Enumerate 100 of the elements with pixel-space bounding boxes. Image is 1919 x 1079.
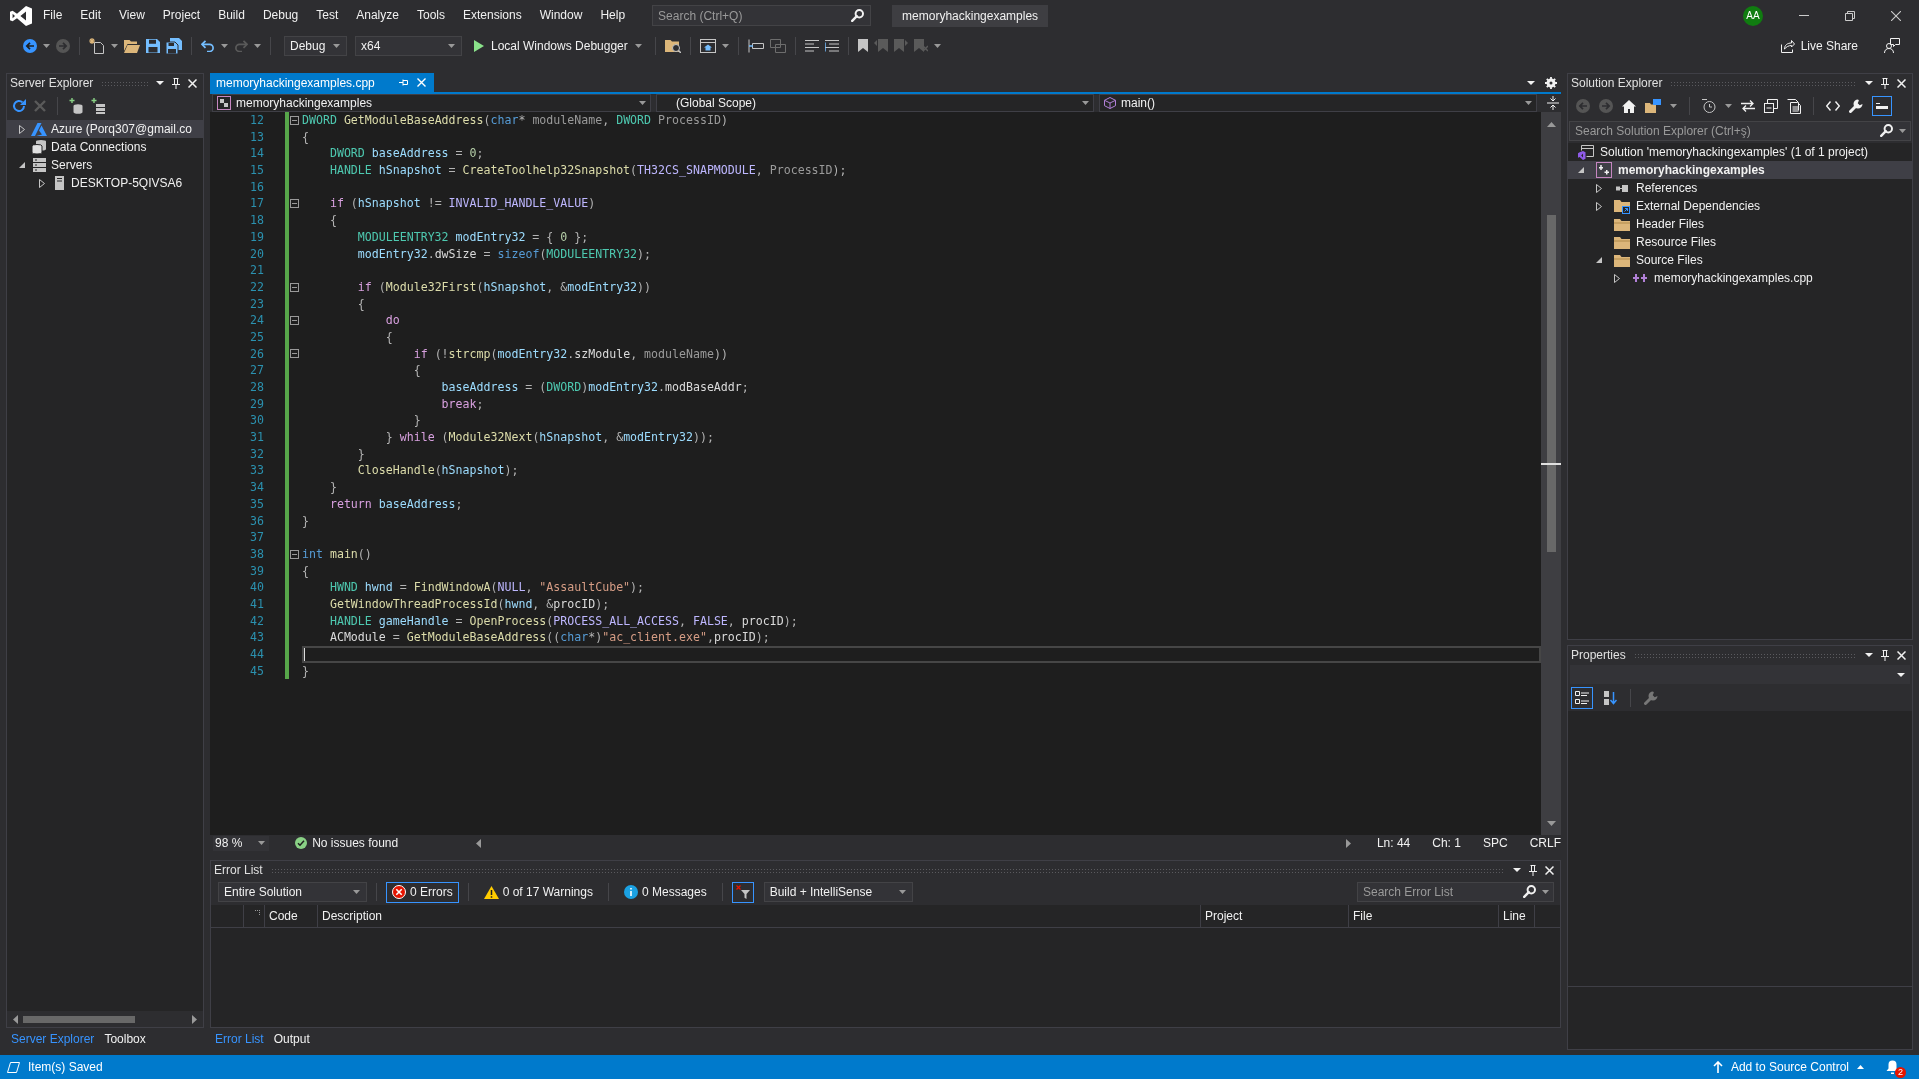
collapse-icon[interactable] xyxy=(290,199,299,209)
scroll-up-icon[interactable] xyxy=(1546,122,1556,127)
feedback-icon[interactable] xyxy=(1884,38,1900,53)
tree-item[interactable]: External Dependencies xyxy=(1568,197,1912,215)
dropdown-caret-icon[interactable] xyxy=(1865,81,1873,85)
tree-item[interactable]: Source Files xyxy=(1568,251,1912,269)
member-dropdown[interactable]: main() xyxy=(1099,94,1537,112)
code-icon[interactable] xyxy=(1826,101,1840,111)
restore-icon[interactable] xyxy=(1845,10,1855,21)
caret-icon[interactable] xyxy=(1725,104,1732,108)
search-field[interactable]: Search Error List xyxy=(1357,882,1554,902)
scroll-thumb[interactable] xyxy=(23,1015,135,1023)
split-icon[interactable] xyxy=(1547,96,1559,110)
collapse-icon[interactable] xyxy=(290,316,299,326)
dropdown-caret-icon[interactable] xyxy=(1527,80,1535,85)
search-icon[interactable] xyxy=(1880,124,1893,137)
column-menu-icon[interactable] xyxy=(255,910,260,915)
start-debugging-button[interactable]: Local Windows Debugger xyxy=(468,34,646,57)
menu-item[interactable]: Edit xyxy=(71,0,111,31)
caret-icon[interactable] xyxy=(1542,890,1549,894)
whitespace-indicator[interactable]: SPC xyxy=(1482,836,1508,850)
source-control-button[interactable]: Add to Source Control xyxy=(1712,1060,1864,1074)
column-header[interactable]: Line xyxy=(1499,905,1535,927)
column-header[interactable]: Project xyxy=(1201,905,1349,927)
menu-item[interactable]: View xyxy=(110,0,154,31)
sync-arrows-icon[interactable] xyxy=(1741,100,1755,112)
expand-arrow-icon[interactable] xyxy=(19,124,25,134)
caret-icon[interactable] xyxy=(221,43,228,48)
new-item-icon[interactable] xyxy=(89,37,105,54)
caret-icon[interactable] xyxy=(1670,104,1677,108)
search-icon[interactable] xyxy=(1523,885,1536,898)
menu-item[interactable]: Analyze xyxy=(347,0,408,31)
open-folder-icon[interactable] xyxy=(124,38,140,53)
search-icon[interactable] xyxy=(851,9,865,22)
add-database-icon[interactable] xyxy=(69,98,83,114)
collapse-arrow-icon[interactable] xyxy=(1596,257,1602,263)
scope-dropdown[interactable]: (Global Scope) xyxy=(656,94,1094,112)
tree-item[interactable]: Data Connections xyxy=(7,138,203,156)
save-all-icon[interactable] xyxy=(166,37,182,54)
caret-icon[interactable] xyxy=(43,43,50,48)
filter-button[interactable]: 0 of 17 Warnings xyxy=(477,881,599,903)
scroll-down-icon[interactable] xyxy=(1546,821,1556,826)
panel-tab[interactable]: Error List xyxy=(210,1029,269,1049)
folder-window-icon[interactable] xyxy=(1645,99,1661,113)
filter-button[interactable]: 0 Errors xyxy=(386,881,459,903)
expand-arrow-icon[interactable] xyxy=(1596,183,1602,193)
scroll-right-icon[interactable] xyxy=(192,1014,197,1024)
panel-tab[interactable]: Server Explorer xyxy=(6,1029,100,1049)
save-icon[interactable] xyxy=(146,38,160,53)
menu-item[interactable]: File xyxy=(34,0,72,31)
project-dropdown[interactable]: memoryhackingexamples xyxy=(212,94,651,112)
dropdown-caret-icon[interactable] xyxy=(1865,653,1873,657)
tree-item[interactable]: Resource Files xyxy=(1568,233,1912,251)
collapse-icon[interactable] xyxy=(290,549,299,559)
scroll-left-icon[interactable] xyxy=(476,838,482,848)
filter-button[interactable]: 0 Messages xyxy=(617,881,713,903)
caret-icon[interactable] xyxy=(254,43,261,48)
menu-item[interactable]: Test xyxy=(307,0,348,31)
live-share-button[interactable]: Live Share xyxy=(1780,38,1858,53)
platform-dropdown[interactable]: x64 xyxy=(355,35,462,56)
home-icon[interactable] xyxy=(1622,99,1636,113)
categorized-button[interactable] xyxy=(1571,687,1593,709)
menu-item[interactable]: Tools xyxy=(407,0,454,31)
preview-toggle-button[interactable] xyxy=(1872,96,1892,116)
tree-item[interactable]: memoryhackingexamples.cpp xyxy=(1568,269,1912,287)
search-field[interactable]: Search (Ctrl+Q) xyxy=(652,5,872,26)
list-item-icon[interactable] xyxy=(747,38,764,53)
line-endings-indicator[interactable]: CRLF xyxy=(1529,836,1561,850)
horizontal-scrollbar[interactable] xyxy=(476,836,1351,850)
menu-item[interactable]: Extensions xyxy=(454,0,531,31)
tree-item[interactable]: References xyxy=(1568,179,1912,197)
collapse-all-icon[interactable] xyxy=(1764,99,1778,113)
bookmark-icon[interactable] xyxy=(857,39,868,52)
tree-item[interactable]: Azure (Porq307@gmail.co xyxy=(7,120,203,138)
clock-icon[interactable] xyxy=(1702,99,1716,113)
pages-icon[interactable] xyxy=(1787,98,1801,114)
menu-item[interactable]: Project xyxy=(153,0,210,31)
collapse-icon[interactable] xyxy=(290,349,299,359)
account-avatar[interactable]: AA xyxy=(1743,5,1763,26)
collapse-icon[interactable] xyxy=(290,282,299,292)
dropdown-caret-icon[interactable] xyxy=(156,81,164,85)
add-server-icon[interactable] xyxy=(91,98,105,114)
caret-icon[interactable] xyxy=(721,43,729,48)
stacked-pages-icon[interactable] xyxy=(769,38,786,53)
column-header[interactable]: File xyxy=(1349,905,1499,927)
panel-tab[interactable]: Toolbox xyxy=(99,1029,151,1049)
wrench-icon[interactable] xyxy=(1849,99,1863,113)
filter-toggle-button[interactable] xyxy=(731,881,754,903)
text-lines-icon[interactable] xyxy=(824,39,839,52)
dropdown-caret-icon[interactable] xyxy=(1513,868,1521,872)
tree-item[interactable]: DESKTOP-5QIVSA6 xyxy=(7,174,203,192)
expand-arrow-icon[interactable] xyxy=(1596,201,1602,211)
collapse-arrow-icon[interactable] xyxy=(1578,167,1584,173)
tree-item[interactable]: Servers xyxy=(7,156,203,174)
scroll-left-icon[interactable] xyxy=(13,1014,18,1024)
menu-item[interactable]: Help xyxy=(591,0,635,31)
caret-icon[interactable] xyxy=(111,43,118,48)
column-header[interactable]: Code xyxy=(265,905,318,927)
expand-arrow-icon[interactable] xyxy=(39,178,45,188)
source-dropdown[interactable]: Build + IntelliSense xyxy=(763,882,913,902)
